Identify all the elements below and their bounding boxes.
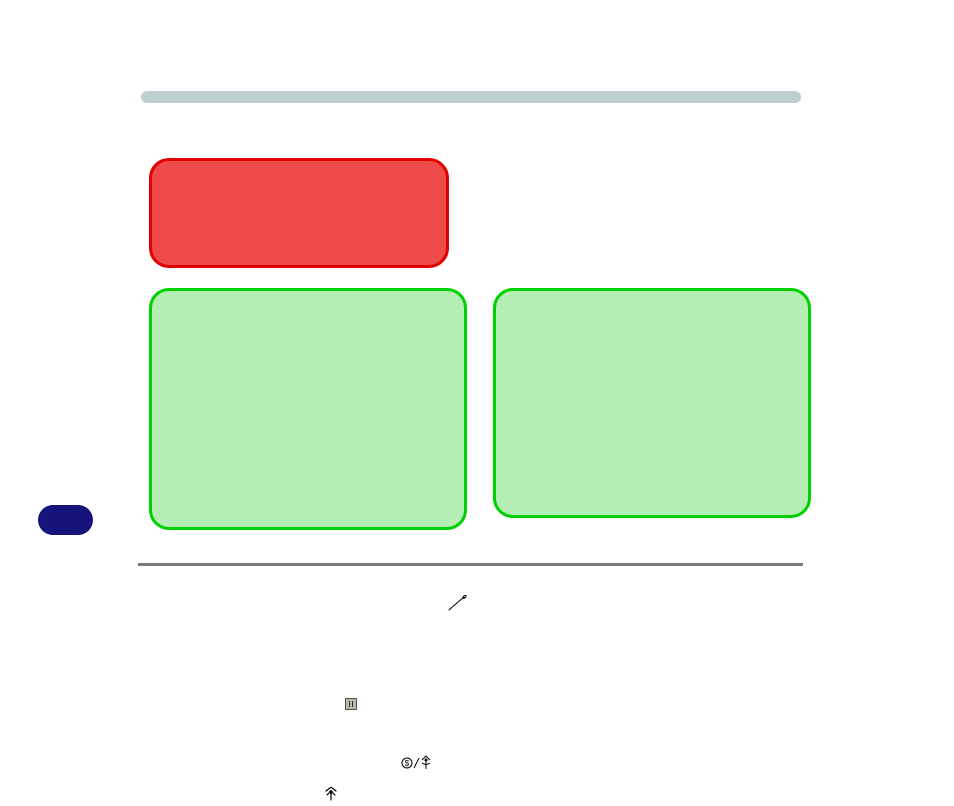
- footer-divider: [138, 563, 803, 566]
- header-bar: [141, 91, 801, 103]
- panel-icon: [345, 698, 357, 710]
- dollar-antenna-icon: $: [400, 755, 434, 771]
- diagram-stage: $: [0, 0, 954, 673]
- needle-icon: [448, 595, 468, 611]
- info-panel-left: $: [149, 288, 467, 530]
- info-panel-right: [493, 288, 811, 518]
- alert-panel: [149, 158, 449, 268]
- antenna-icon: [324, 787, 338, 801]
- svg-text:$: $: [405, 759, 410, 768]
- side-pill: [38, 505, 93, 535]
